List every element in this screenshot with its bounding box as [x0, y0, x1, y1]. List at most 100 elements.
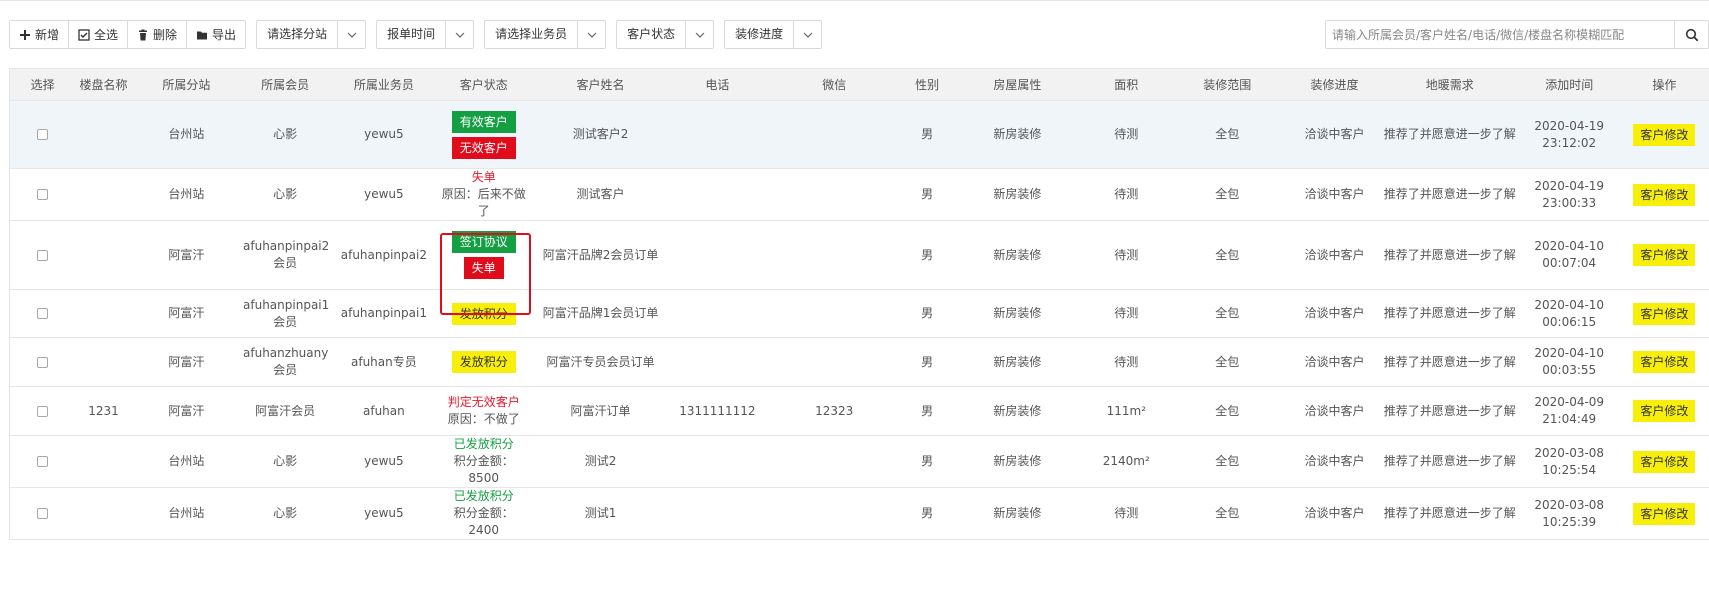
- issue-points-button[interactable]: 发放积分: [451, 351, 516, 373]
- estate-cell: [75, 168, 132, 221]
- progress-cell: 洽谈中客户: [1288, 168, 1381, 221]
- edit-customer-button[interactable]: 客户修改: [1633, 302, 1696, 325]
- scope-cell: 全包: [1166, 289, 1289, 338]
- search-button[interactable]: [1674, 21, 1708, 48]
- report-time-select-label: 报单时间: [387, 27, 436, 41]
- date-cell: 2020-04-10 00:07:04: [1518, 220, 1620, 290]
- lost-order-button[interactable]: 失单: [463, 257, 504, 279]
- salesman-cell: afuhanpinpai2: [329, 220, 439, 290]
- date-cell: 2020-03-08 10:25:54: [1518, 435, 1620, 488]
- action-cell: 客户修改: [1619, 435, 1709, 488]
- wechat-cell: [762, 289, 906, 338]
- customer-status-select[interactable]: 客户状态: [616, 20, 715, 49]
- table-row: 台州站 心影 yewu5 已发放积分 积分金额：2400 测试1 男 新房装修 …: [9, 487, 1709, 540]
- report-time-select[interactable]: 报单时间: [376, 20, 475, 49]
- status-reason: 原因：后来不做了: [441, 187, 526, 218]
- select-all-button[interactable]: 全选: [69, 21, 129, 48]
- toolbar: 新增 全选 删除 导出 请选择分站 报单时间 请选择业务员 客户状态 装修进度: [9, 20, 823, 49]
- station-select[interactable]: 请选择分站: [256, 20, 367, 49]
- date-text: 2020-04-19: [1534, 178, 1605, 193]
- delete-button[interactable]: 删除: [128, 21, 188, 48]
- col-header-date: 添加时间: [1518, 68, 1620, 101]
- scope-cell: 全包: [1166, 337, 1289, 387]
- sign-agreement-button[interactable]: 签订协议: [451, 231, 516, 253]
- status-cell: 有效客户 无效客户: [438, 100, 529, 169]
- time-text: 23:00:33: [1542, 195, 1597, 210]
- heating-cell: 推荐了并愿意进一步了解: [1380, 386, 1519, 436]
- export-button[interactable]: 导出: [187, 21, 246, 48]
- salesman-cell: afuhanpinpai1: [329, 289, 439, 338]
- station-select-label: 请选择分站: [267, 27, 328, 41]
- issue-points-button[interactable]: 发放积分: [451, 302, 516, 325]
- heating-cell: 推荐了并愿意进一步了解: [1380, 168, 1519, 221]
- row-checkbox[interactable]: [37, 129, 49, 140]
- add-button-label: 新增: [35, 28, 60, 42]
- row-checkbox[interactable]: [37, 405, 49, 417]
- area-cell: 待测: [1086, 220, 1167, 290]
- wechat-cell: [762, 337, 906, 387]
- col-header-action: 操作: [1619, 68, 1709, 101]
- col-header-select: 选择: [9, 68, 76, 101]
- row-checkbox[interactable]: [37, 356, 49, 368]
- select-all-button-label: 全选: [94, 28, 119, 42]
- row-checkbox[interactable]: [37, 456, 49, 467]
- gender-cell: 男: [905, 100, 949, 169]
- heating-cell: 推荐了并愿意进一步了解: [1380, 100, 1519, 169]
- edit-customer-button[interactable]: 客户修改: [1633, 183, 1696, 206]
- date-cell: 2020-03-08 10:25:39: [1518, 487, 1620, 540]
- action-cell: 客户修改: [1619, 289, 1709, 338]
- heating-cell: 推荐了并愿意进一步了解: [1380, 487, 1519, 540]
- search-input[interactable]: [1326, 21, 1674, 48]
- row-select-cell: [9, 337, 76, 387]
- col-header-phone: 电话: [672, 68, 763, 101]
- phone-cell: [672, 168, 763, 221]
- col-header-member: 所属会员: [241, 68, 330, 101]
- status-reason: 原因：不做了: [447, 412, 520, 426]
- action-cell: 客户修改: [1619, 487, 1709, 540]
- house-cell: 新房装修: [948, 289, 1087, 338]
- action-cell: 客户修改: [1619, 168, 1709, 221]
- action-cell: 客户修改: [1619, 386, 1709, 436]
- heating-cell: 推荐了并愿意进一步了解: [1380, 220, 1519, 290]
- row-select-cell: [9, 487, 76, 540]
- status-cell: 已发放积分 积分金额：8500: [438, 435, 529, 488]
- invalid-customer-button[interactable]: 无效客户: [451, 136, 516, 159]
- row-checkbox[interactable]: [37, 308, 49, 319]
- area-cell: 待测: [1086, 100, 1167, 169]
- phone-cell: [672, 220, 763, 290]
- time-text: 21:04:49: [1542, 412, 1597, 426]
- member-cell: 心影: [241, 435, 330, 488]
- name-cell: 测试客户2: [528, 100, 673, 169]
- valid-customer-button[interactable]: 有效客户: [451, 110, 516, 133]
- status-text: 已发放积分: [453, 489, 514, 503]
- table-row: 台州站 心影 yewu5 失单 原因：后来不做了 测试客户 男 新房装修 待测 …: [9, 168, 1709, 221]
- scope-cell: 全包: [1166, 386, 1289, 436]
- add-button[interactable]: 新增: [10, 21, 70, 48]
- table-row: 阿富汗 afuhanzhuanyuan会员 afuhan专员 发放积分 阿富汗专…: [9, 337, 1709, 387]
- time-text: 10:25:39: [1542, 514, 1597, 529]
- edit-customer-button[interactable]: 客户修改: [1633, 450, 1696, 473]
- progress-cell: 洽谈中客户: [1288, 435, 1381, 488]
- edit-customer-button[interactable]: 客户修改: [1633, 351, 1696, 373]
- row-checkbox[interactable]: [37, 189, 49, 200]
- gender-cell: 男: [905, 386, 949, 436]
- customer-status-select-label: 客户状态: [627, 27, 676, 41]
- edit-customer-button[interactable]: 客户修改: [1633, 400, 1696, 422]
- renovation-progress-select[interactable]: 装修进度: [724, 20, 823, 49]
- row-checkbox[interactable]: [37, 508, 49, 519]
- row-checkbox[interactable]: [37, 249, 49, 261]
- phone-cell: 1311111112: [672, 386, 763, 436]
- wechat-cell: [762, 220, 906, 290]
- col-header-salesman: 所属业务员: [329, 68, 439, 101]
- estate-cell: 1231: [75, 386, 132, 436]
- salesman-select[interactable]: 请选择业务员: [484, 20, 607, 49]
- gender-cell: 男: [905, 487, 949, 540]
- area-cell: 待测: [1086, 168, 1167, 221]
- salesman-cell: yewu5: [329, 168, 439, 221]
- edit-customer-button[interactable]: 客户修改: [1633, 123, 1696, 146]
- time-text: 23:12:02: [1542, 135, 1597, 150]
- edit-customer-button[interactable]: 客户修改: [1633, 502, 1696, 525]
- status-cell: 发放积分: [438, 289, 529, 338]
- plus-icon: [20, 29, 30, 40]
- edit-customer-button[interactable]: 客户修改: [1633, 244, 1696, 266]
